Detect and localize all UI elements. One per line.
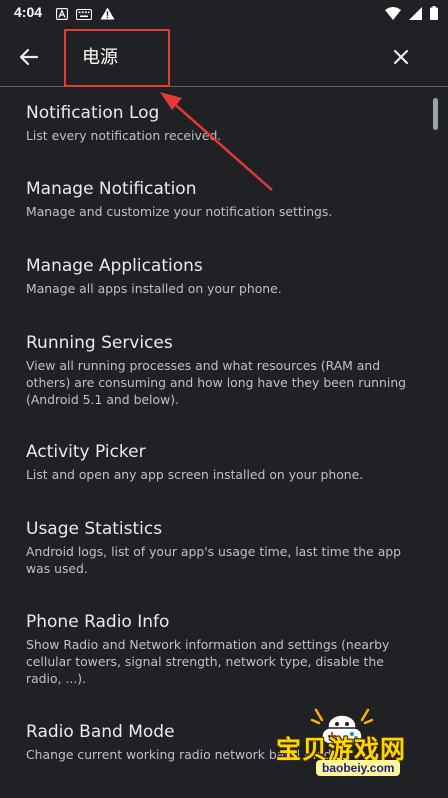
keyboard-icon [75,5,93,24]
item-description: List every notification received. [26,128,222,143]
signal-icon [409,5,422,24]
battery-icon [430,5,438,24]
item-description: List and open any app screen installed o… [26,467,364,482]
item-title: Running Services [26,333,173,353]
item-title: Notification Log [26,103,160,123]
item-description: Manage all apps installed on your phone. [26,281,282,296]
list-item-usage-statistics[interactable]: Usage Statistics Android logs, list of y… [26,518,416,577]
watermark-url: baobeiy.com [316,760,401,776]
item-title: Usage Statistics [26,519,163,539]
item-title: Manage Notification [26,179,197,199]
list-item-phone-radio-info[interactable]: Phone Radio Info Show Radio and Network … [26,611,416,687]
warning-icon [100,5,115,24]
clear-search-button[interactable] [386,42,416,72]
scrollbar-thumb[interactable] [433,98,438,130]
list-item-notification-log[interactable]: Notification Log List every notification… [26,102,416,144]
close-icon [393,49,409,65]
back-button[interactable] [14,42,44,72]
status-bar: 4:04 [0,0,448,26]
item-title: Phone Radio Info [26,612,170,632]
item-description: View all running processes and what reso… [26,358,407,407]
list-item-manage-notification[interactable]: Manage Notification Manage and customize… [26,178,416,220]
status-right-icons [385,5,438,24]
item-description: Show Radio and Network information and s… [26,637,390,686]
watermark: 宝贝游戏网 baobeiy.com [268,700,448,798]
app-a-icon [55,5,69,24]
status-time: 4:04 [14,4,43,20]
results-list[interactable]: Notification Log List every notification… [0,88,448,798]
arrow-left-icon [19,48,39,66]
list-item-manage-applications[interactable]: Manage Applications Manage all apps inst… [26,255,416,297]
item-description: Manage and customize your notification s… [26,204,333,219]
search-app-bar: 电源 [0,26,448,87]
list-item-running-services[interactable]: Running Services View all running proces… [26,332,416,408]
item-title: Activity Picker [26,442,146,462]
search-input[interactable]: 电源 [82,43,118,69]
status-left-icons [55,5,115,24]
wifi-icon [385,5,401,24]
item-description: Android logs, list of your app's usage t… [26,544,402,576]
item-title: Manage Applications [26,256,203,276]
search-field-highlight[interactable]: 电源 [64,29,170,87]
screen: 4:04 电源 Notification Log List every noti… [0,0,448,798]
list-item-activity-picker[interactable]: Activity Picker List and open any app sc… [26,441,416,483]
